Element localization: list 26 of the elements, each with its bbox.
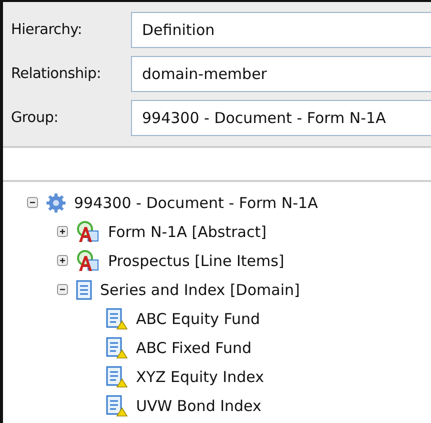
gear-icon: [46, 192, 66, 212]
tree-item[interactable]: ABC Fixed Fund: [136, 338, 252, 356]
tree-item[interactable]: ABC Equity Fund: [136, 310, 260, 328]
tree-item[interactable]: XYZ Equity Index: [136, 368, 264, 386]
input-field[interactable]: 994300 - Document - Form N-1A: [131, 100, 431, 136]
document-warning-icon: [106, 336, 128, 358]
abstract-concept-icon: [76, 220, 100, 242]
collapse-icon[interactable]: [57, 284, 68, 295]
tree-item[interactable]: Series and Index [Domain]: [100, 280, 300, 298]
input-field[interactable]: Definition: [131, 12, 431, 48]
tree-item[interactable]: Form N-1A [Abstract]: [108, 222, 266, 240]
field-label: Group:: [11, 110, 60, 126]
tree-item[interactable]: UVW Bond Index: [136, 396, 262, 414]
collapse-icon[interactable]: [27, 197, 38, 208]
document-icon: [76, 280, 92, 300]
field-label: Relationship:: [11, 66, 102, 82]
expand-icon[interactable]: [57, 226, 68, 237]
tree-item[interactable]: Prospectus [Line Items]: [108, 252, 284, 270]
field-label: Hierarchy:: [11, 22, 83, 38]
document-warning-icon: [106, 308, 128, 330]
input-field[interactable]: domain-member: [131, 56, 431, 92]
document-warning-icon: [106, 366, 128, 388]
expand-icon[interactable]: [57, 255, 68, 266]
abstract-concept-icon: [76, 250, 100, 272]
document-warning-icon: [106, 394, 128, 416]
tree-item[interactable]: 994300 - Document - Form N-1A: [74, 194, 318, 212]
